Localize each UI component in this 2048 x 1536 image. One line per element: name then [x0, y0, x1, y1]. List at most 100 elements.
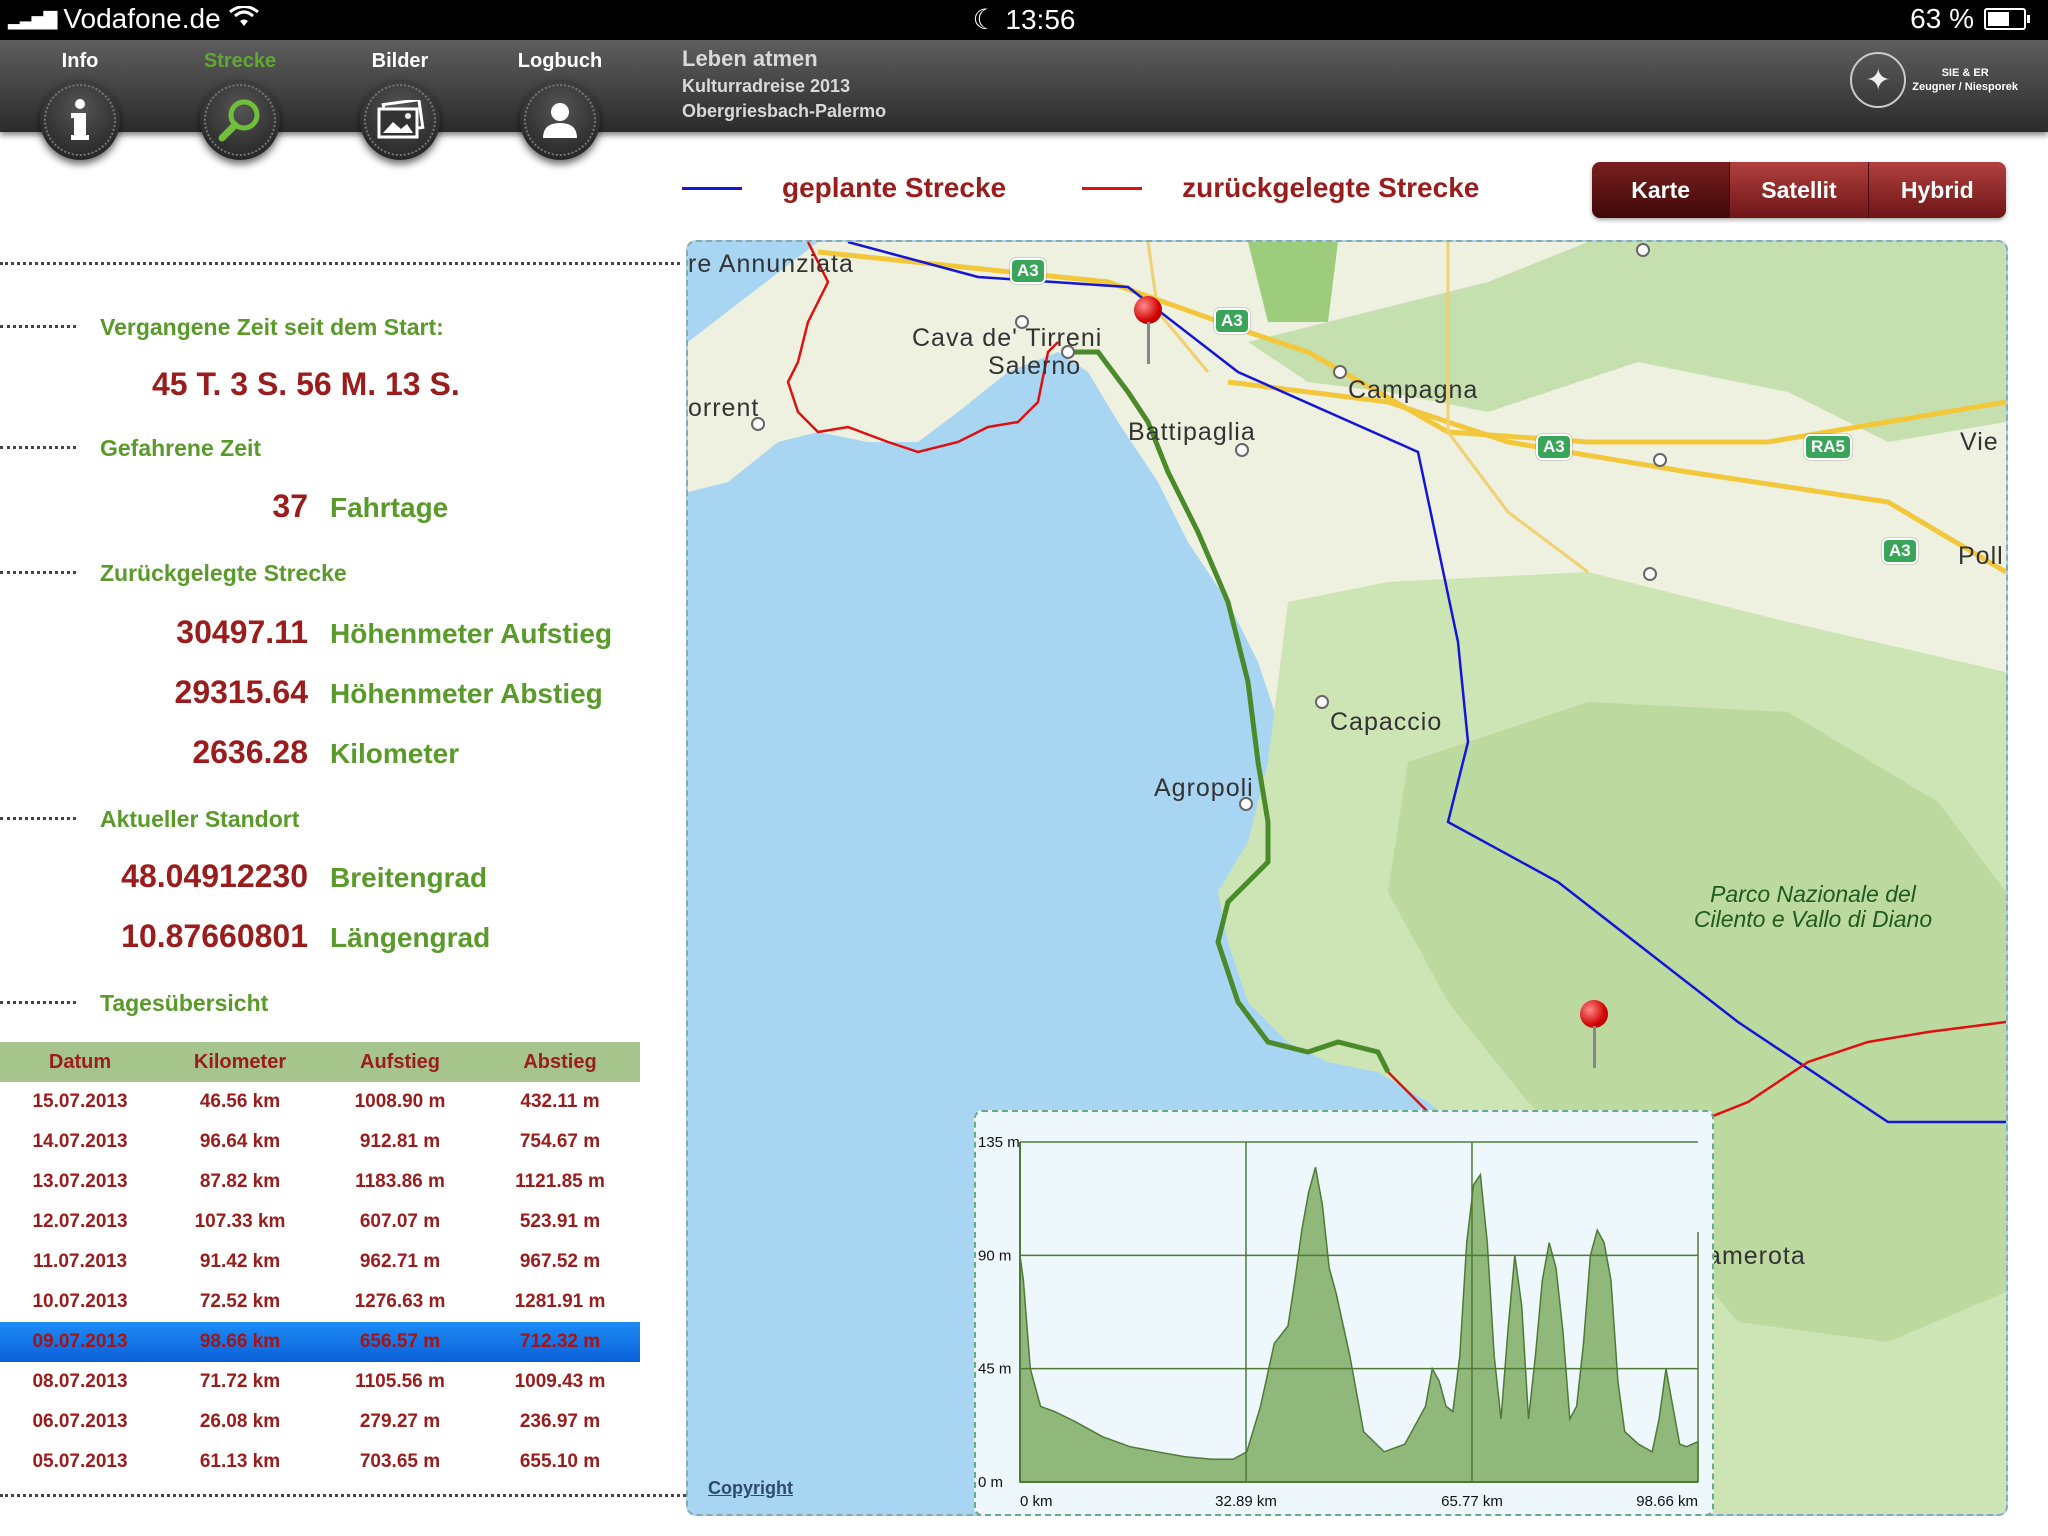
table-header: Datum Kilometer Aufstieg Abstieg — [0, 1042, 640, 1082]
header-aufstieg: Aufstieg — [360, 1050, 440, 1073]
divider — [0, 1494, 686, 1497]
cell-aufstieg: 279.27 m — [359, 1411, 441, 1432]
longitude-row: 10.87660801 Längengrad — [0, 918, 640, 962]
map-type-selector[interactable]: Karte Satellit Hybrid — [1592, 162, 2006, 218]
descent-unit: Höhenmeter Abstieg — [330, 678, 603, 709]
start-pin-icon[interactable] — [1134, 296, 1164, 366]
cell-abstieg: 712.32 m — [519, 1331, 601, 1352]
cell-aufstieg: 912.81 m — [359, 1131, 441, 1152]
ride-days-value: 37 — [272, 488, 308, 524]
elevation-chart-canvas: 0 m 45 m 90 m 135 m 0 km 32.89 km 65.77 km 98.6… — [978, 1134, 1699, 1510]
cell-aufstieg: 703.65 m — [359, 1451, 441, 1472]
location-label: Aktueller Standort — [100, 806, 300, 832]
header-kilometer: Kilometer — [193, 1050, 287, 1073]
tab-logbuch[interactable]: Logbuch — [510, 40, 610, 200]
road-shield-ra5: RA5 — [1804, 434, 1853, 460]
table-row[interactable]: 09.07.2013 98.66 km 656.57 m 712.32 m — [0, 1322, 640, 1362]
kilometer-row: 2636.28 Kilometer — [0, 734, 640, 778]
cell-aufstieg: 1105.56 m — [355, 1371, 445, 1392]
cell-datum: 14.07.2013 — [32, 1131, 128, 1152]
cell-abstieg: 1121.85 m — [515, 1171, 605, 1192]
cell-kilometer: 26.08 km — [199, 1411, 281, 1432]
cell-kilometer: 107.33 km — [194, 1211, 286, 1232]
divider — [0, 571, 76, 574]
info-icon — [71, 99, 89, 140]
cell-aufstieg: 1008.90 m — [354, 1091, 446, 1112]
tab-strecke-label: Strecke — [203, 50, 277, 72]
divider — [0, 446, 76, 449]
map-label-salerno: Salerno — [988, 352, 1082, 380]
legend-planned: geplante Strecke — [682, 172, 1006, 204]
ascent-unit: Höhenmeter Aufstieg — [330, 618, 613, 649]
latitude-value: 48.04912230 — [121, 858, 308, 894]
cell-datum: 10.07.2013 — [32, 1291, 128, 1312]
table-row[interactable]: 08.07.2013 71.72 km 1105.56 m 1009.43 m — [0, 1362, 640, 1402]
trip-info: Leben atmen Kulturradreise 2013 Obergrie… — [682, 46, 886, 122]
legend-traveled-swatch — [1082, 186, 1143, 190]
cell-aufstieg: 656.57 m — [359, 1331, 441, 1352]
tab-info[interactable]: Info — [30, 40, 130, 200]
logo-line1: SIE & ER — [1941, 67, 1989, 79]
elapsed-time-value: 45 T. 3 S. 56 M. 13 S. — [152, 366, 460, 402]
cell-aufstieg: 607.07 m — [359, 1211, 441, 1232]
search-icon — [218, 99, 260, 142]
cell-abstieg: 754.67 m — [519, 1131, 601, 1152]
cell-abstieg: 236.97 m — [519, 1411, 601, 1432]
descent-row: 29315.64 Höhenmeter Abstieg — [0, 674, 640, 718]
cell-kilometer: 96.64 km — [199, 1131, 281, 1152]
y-tick-label: 135 m — [978, 1134, 1020, 1151]
cell-kilometer: 72.52 km — [199, 1291, 281, 1312]
cell-datum: 15.07.2013 — [32, 1091, 128, 1112]
logo-line2: Zeugner / Niesporek — [1912, 81, 2018, 93]
map-label-battipaglia: Battipaglia — [1128, 418, 1256, 446]
table-row[interactable]: 15.07.2013 46.56 km 1008.90 m 432.11 m — [0, 1082, 640, 1122]
table-row[interactable]: 11.07.2013 91.42 km 962.71 m 967.52 m — [0, 1242, 640, 1282]
latitude-row: 48.04912230 Breitengrad — [0, 858, 640, 902]
map-type-hybrid[interactable]: Hybrid — [1868, 162, 2006, 218]
road-shield-a3: A3 — [1536, 434, 1572, 460]
cell-aufstieg: 1183.86 m — [355, 1171, 445, 1192]
map-type-karte[interactable]: Karte — [1592, 162, 1731, 218]
app-header: Info Strecke Bilder Logbuch Leben atmen … — [0, 40, 2048, 160]
elapsed-time-label: Vergangene Zeit seit dem Start: — [100, 314, 444, 340]
table-row[interactable]: 13.07.2013 87.82 km 1183.86 m 1121.85 m — [0, 1162, 640, 1202]
clock-label: 13:56 — [1005, 4, 1076, 35]
daily-table: Datum Kilometer Aufstieg Abstieg 15.07.2… — [0, 1042, 640, 1482]
cell-abstieg: 1281.91 m — [514, 1291, 606, 1312]
moon-icon: ☾ — [972, 4, 998, 35]
elevation-chart: 0 m 45 m 90 m 135 m 0 km 32.89 km 65.77 km 98.6… — [974, 1110, 1714, 1516]
cell-kilometer: 87.82 km — [199, 1171, 281, 1192]
dancer-logo-icon: ✦ — [1850, 52, 1907, 108]
longitude-unit: Längengrad — [330, 922, 491, 953]
kilometer-unit: Kilometer — [330, 738, 460, 769]
divider — [0, 1001, 76, 1004]
cell-kilometer: 91.42 km — [199, 1251, 281, 1272]
cell-datum: 12.07.2013 — [32, 1211, 128, 1232]
map-label-agropoli: Agropoli — [1154, 774, 1254, 802]
y-tick-label: 0 m — [978, 1474, 1003, 1491]
y-tick-label: 45 m — [978, 1361, 1011, 1378]
divider — [0, 325, 76, 328]
legend-planned-swatch — [682, 186, 742, 190]
table-row[interactable]: 14.07.2013 96.64 km 912.81 m 754.67 m — [0, 1122, 640, 1162]
x-tick-label: 32.89 km — [1215, 1493, 1277, 1510]
ride-time-label: Gefahrene Zeit — [100, 435, 262, 461]
table-row[interactable]: 10.07.2013 72.52 km 1276.63 m 1281.91 m — [0, 1282, 640, 1322]
distance-label: Zurückgelegte Strecke — [100, 560, 347, 586]
map-label-park: Parco Nazionale del Cilento e Vallo di D… — [1693, 881, 1933, 932]
map-label-vie: Vie — [1960, 428, 1999, 456]
end-pin-icon[interactable] — [1580, 1000, 1610, 1070]
cell-datum: 11.07.2013 — [32, 1251, 128, 1272]
tab-strecke[interactable]: Strecke — [190, 40, 290, 200]
map-label-capaccio: Capaccio — [1330, 708, 1443, 736]
ascent-row: 30497.11 Höhenmeter Aufstieg — [0, 614, 640, 658]
user-icon — [543, 103, 577, 138]
table-row[interactable]: 12.07.2013 107.33 km 607.07 m 523.91 m — [0, 1202, 640, 1242]
tab-bilder[interactable]: Bilder — [350, 40, 450, 200]
copyright-link[interactable]: Copyright — [708, 1478, 793, 1499]
table-row[interactable]: 05.07.2013 61.13 km 703.65 m 655.10 m — [0, 1442, 640, 1482]
cell-kilometer: 61.13 km — [199, 1451, 281, 1472]
trip-subtitle: Kulturradreise 2013 — [682, 76, 851, 96]
table-row[interactable]: 06.07.2013 26.08 km 279.27 m 236.97 m — [0, 1402, 640, 1442]
map-type-satellit[interactable]: Satellit — [1730, 162, 1869, 218]
